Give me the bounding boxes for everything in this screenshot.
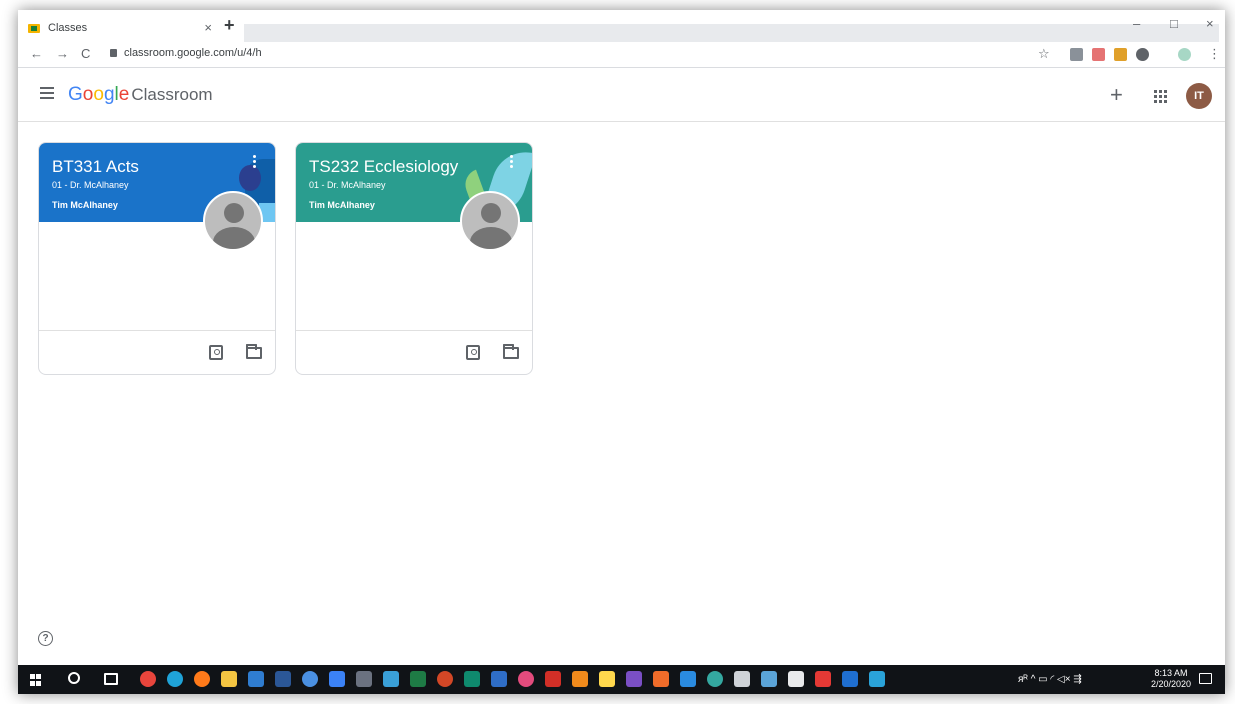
app-icon[interactable] [302,671,318,687]
new-tab-button[interactable]: + [224,15,235,36]
class-teacher: Tim McAlhaney [52,200,118,210]
edge-icon[interactable] [167,671,183,687]
your-work-icon[interactable] [466,345,480,360]
reload-icon[interactable]: C [81,46,90,61]
publisher-icon[interactable] [464,671,480,687]
account-avatar[interactable]: IT [1186,83,1212,109]
mail-icon[interactable] [248,671,264,687]
system-tray[interactable]: ᴙᴿ ^ ▭ ◜ ◁× ⇶ [1018,674,1082,685]
extension-icon[interactable] [1092,48,1105,61]
class-card-footer [39,330,275,374]
class-drive-folder-icon[interactable] [246,344,262,359]
app-icon[interactable] [383,671,399,687]
class-card-footer [296,330,532,374]
class-title[interactable]: BT331 Acts [52,157,139,177]
help-icon[interactable]: ? [38,631,53,646]
extension-icon[interactable] [1114,48,1127,61]
class-card[interactable]: BT331 Acts 01 - Dr. McAlhaney Tim McAlha… [38,142,276,375]
app-icon[interactable] [761,671,777,687]
app-icon[interactable] [680,671,696,687]
app-header: Google Classroom + IT [18,68,1225,122]
tab-strip [244,24,1219,42]
add-class-button[interactable]: + [1110,82,1123,108]
app-icon[interactable] [653,671,669,687]
class-title[interactable]: TS232 Ecclesiology [309,157,458,177]
google-wordmark: Google [68,84,130,105]
url-field[interactable]: classroom.google.com/u/4/h [110,47,262,59]
tab-title: Classes [48,22,88,34]
extension-icon[interactable] [1136,48,1149,61]
excel-icon[interactable] [410,671,426,687]
address-bar: ← → C classroom.google.com/u/4/h ☆ ⋮ [18,42,1225,68]
taskbar: ᴙᴿ ^ ▭ ◜ ◁× ⇶ 8:13 AM 2/20/2020 [18,665,1225,694]
word-icon[interactable] [275,671,291,687]
classroom-favicon-icon [28,23,40,33]
browser-window: Classes × + – □ × ← → C classroom.google… [18,10,1225,694]
card-more-options-icon[interactable] [510,155,514,169]
teacher-avatar [460,191,520,251]
windows-start-icon[interactable] [30,674,42,686]
extension-icon[interactable] [1070,48,1083,61]
taskbar-clock[interactable]: 8:13 AM 2/20/2020 [1151,668,1191,690]
tab-bar: Classes × + – □ × [18,10,1225,42]
bookmark-star-icon[interactable]: ☆ [1038,46,1050,62]
tab-classes[interactable]: Classes × [18,14,218,42]
chrome-icon[interactable] [140,671,156,687]
app-icon[interactable] [815,671,831,687]
app-icon[interactable] [356,671,372,687]
class-section: 01 - Dr. McAlhaney [52,180,129,190]
header-illustration [239,165,261,191]
app-icon[interactable] [329,671,345,687]
maximize-button[interactable]: □ [1170,16,1178,31]
store-icon[interactable] [788,671,804,687]
acrobat-icon[interactable] [545,671,561,687]
app-icon[interactable] [626,671,642,687]
app-icon[interactable] [599,671,615,687]
vlc-icon[interactable] [572,671,588,687]
back-arrow-icon[interactable]: ← [30,46,43,61]
firefox-icon[interactable] [194,671,210,687]
minimize-button[interactable]: – [1133,16,1140,31]
class-section: 01 - Dr. McAlhaney [309,180,386,190]
url-text: classroom.google.com/u/4/h [124,47,262,59]
card-more-options-icon[interactable] [253,155,257,169]
file-explorer-icon[interactable] [221,671,237,687]
app-icon[interactable] [869,671,885,687]
class-drive-folder-icon[interactable] [503,344,519,359]
google-classroom-logo[interactable]: Google Classroom [68,84,213,106]
class-teacher: Tim McAlhaney [309,200,375,210]
notification-icon[interactable] [1199,673,1212,684]
task-view-icon[interactable] [104,673,118,685]
close-window-button[interactable]: × [1206,16,1214,31]
tab-close-icon[interactable]: × [204,20,212,35]
calculator-icon[interactable] [734,671,750,687]
clock-date: 2/20/2020 [1151,679,1192,689]
product-name: Classroom [131,85,213,104]
class-card[interactable]: TS232 Ecclesiology 01 - Dr. McAlhaney Ti… [295,142,533,375]
itunes-icon[interactable] [518,671,534,687]
powerpoint-icon[interactable] [437,671,453,687]
clock-time: 8:13 AM [1154,668,1188,678]
browser-menu-icon[interactable]: ⋮ [1208,46,1221,62]
forward-arrow-icon[interactable]: → [56,46,69,61]
lock-icon [110,49,117,57]
app-icon[interactable] [707,671,723,687]
google-apps-icon[interactable] [1154,90,1167,103]
app-icon[interactable] [842,671,858,687]
search-icon[interactable] [68,672,80,684]
your-work-icon[interactable] [209,345,223,360]
app-icon[interactable] [491,671,507,687]
profile-icon[interactable] [1178,48,1191,61]
main-menu-icon[interactable] [40,87,54,99]
teacher-avatar [203,191,263,251]
